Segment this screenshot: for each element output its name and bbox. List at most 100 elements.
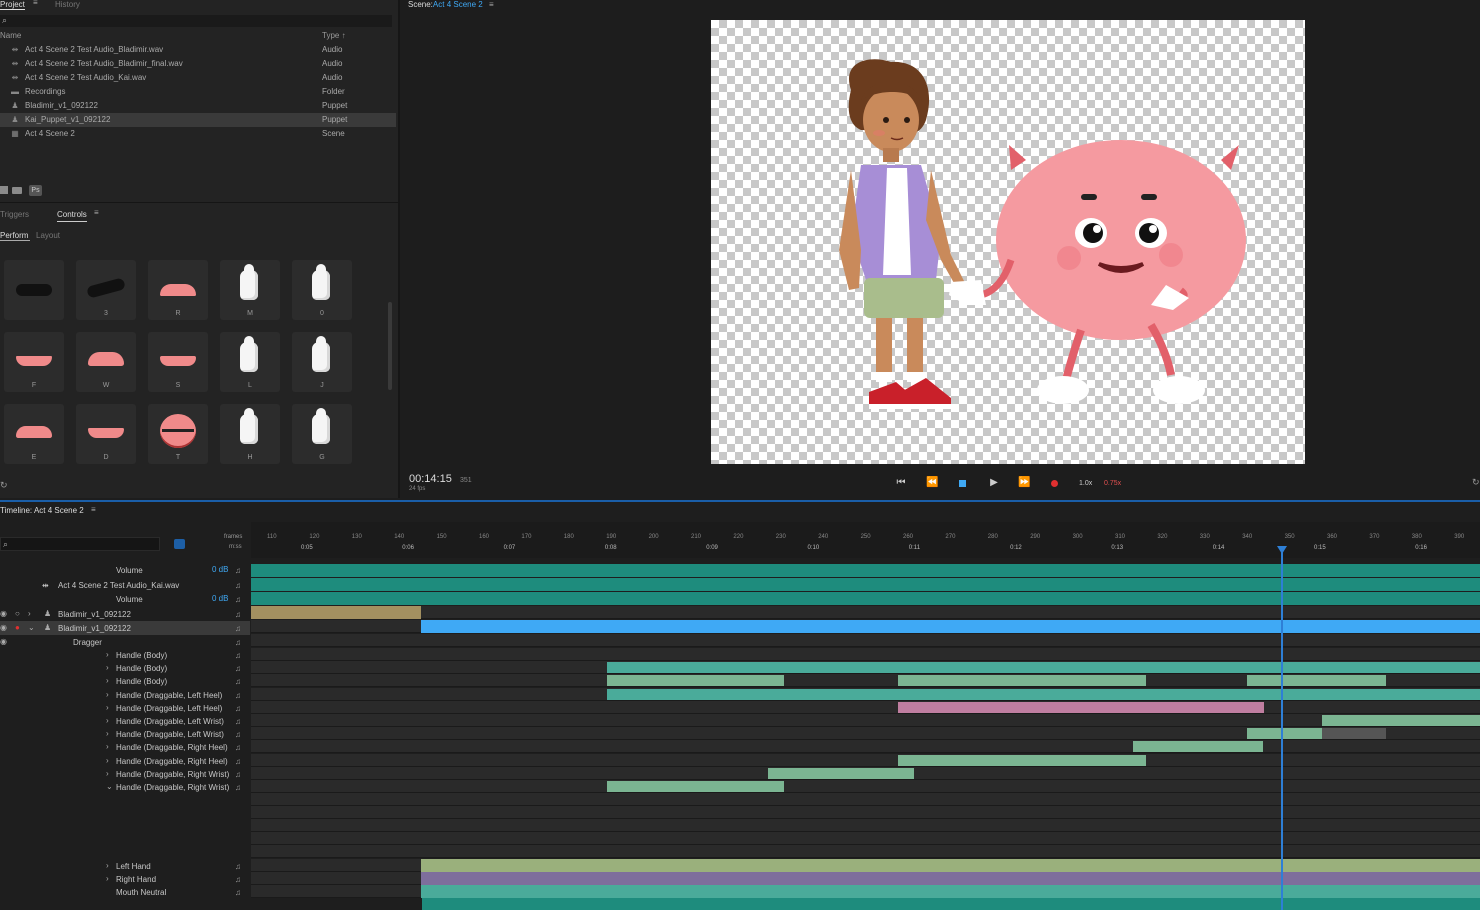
track-header[interactable]: › Handle (Body) ♫ [0, 675, 250, 688]
arm-icon[interactable]: ♫ [235, 624, 241, 633]
track-lane[interactable] [251, 687, 1480, 701]
project-list-item[interactable]: ⇹ Act 4 Scene 2 Test Audio_Bladimir_final… [0, 57, 396, 71]
timeline-clip[interactable] [607, 662, 1480, 674]
track-lane[interactable] [251, 819, 1480, 832]
track-header[interactable]: › Handle (Draggable, Right Wrist) ♫ [0, 768, 250, 781]
project-search-input[interactable]: ⌕ [0, 15, 392, 27]
arm-icon[interactable]: ♫ [235, 610, 241, 619]
track-lane[interactable] [251, 740, 1480, 754]
track-lane[interactable] [251, 780, 1480, 793]
trigger-tile[interactable]: G [292, 404, 352, 464]
record-arm-icon[interactable]: ● [15, 623, 20, 632]
arm-icon[interactable]: ♫ [235, 651, 241, 660]
track-lane[interactable] [251, 606, 1480, 619]
arm-icon[interactable]: ♫ [235, 677, 241, 686]
refresh-icon[interactable]: ↻ [0, 480, 8, 491]
tab-history[interactable]: History [55, 0, 80, 9]
expand-icon[interactable]: › [106, 690, 109, 699]
timeline-clip[interactable] [898, 754, 1146, 766]
arm-icon[interactable]: ♫ [235, 743, 241, 752]
track-lane[interactable] [251, 620, 1480, 633]
expand-icon[interactable]: › [106, 756, 109, 765]
trigger-tile[interactable]: S [148, 332, 208, 392]
expand-icon[interactable]: › [28, 609, 31, 618]
project-list-item[interactable]: ♟ Kai_Puppet_v1_092122 Puppet [0, 113, 396, 127]
timeline-clip[interactable] [421, 620, 1480, 633]
eye-icon[interactable]: ◉ [0, 609, 7, 618]
track-lane[interactable] [251, 845, 1480, 858]
track-lane[interactable] [251, 806, 1480, 819]
eye-icon[interactable]: ◉ [0, 623, 7, 632]
arm-icon[interactable]: ♫ [235, 875, 241, 884]
trigger-tile[interactable]: D [76, 404, 136, 464]
trigger-tile[interactable]: W [76, 332, 136, 392]
timeline-clip[interactable] [1322, 728, 1386, 740]
timeline-clip[interactable] [898, 675, 1146, 687]
arm-icon[interactable]: ♫ [235, 757, 241, 766]
expand-icon[interactable]: › [106, 676, 109, 685]
track-header[interactable]: › Handle (Draggable, Left Heel) ♫ [0, 689, 250, 702]
track-lane[interactable] [251, 714, 1480, 727]
arm-icon[interactable]: ♫ [235, 595, 241, 604]
expand-icon[interactable]: › [106, 861, 109, 870]
track-header[interactable]: › Handle (Body) ♫ [0, 662, 250, 675]
step-back-icon[interactable]: ⏪ [926, 477, 938, 489]
timeline-clip[interactable] [898, 701, 1264, 713]
trigger-tile[interactable]: 3 [76, 260, 136, 320]
expand-icon[interactable]: › [106, 716, 109, 725]
scene-canvas[interactable] [711, 20, 1305, 464]
tab-project[interactable]: Project [0, 0, 25, 10]
photoshop-icon[interactable]: Ps [29, 185, 42, 196]
tab-triggers[interactable]: Triggers [0, 210, 29, 219]
track-header[interactable]: Mouth Neutral ♫ [0, 886, 250, 899]
speed-normal[interactable]: 1.0x [1079, 480, 1092, 487]
timeline-clip[interactable] [251, 592, 1480, 605]
timeline-clip[interactable] [251, 564, 1480, 577]
step-forward-icon[interactable]: ⏩ [1018, 477, 1030, 489]
arm-icon[interactable]: ♫ [235, 770, 241, 779]
track-lane[interactable] [251, 766, 1480, 780]
project-list-item[interactable]: ⇹ Act 4 Scene 2 Test Audio_Kai.wav Audio [0, 71, 396, 85]
track-header[interactable]: › Left Hand ♫ [0, 860, 250, 873]
track-lane[interactable] [251, 872, 1480, 885]
timeline-clip[interactable] [607, 675, 784, 687]
expand-icon[interactable]: › [106, 650, 109, 659]
arm-icon[interactable]: ♫ [235, 581, 241, 590]
track-lane[interactable] [251, 578, 1480, 591]
time-ruler[interactable]: 110 120 130 140 150 160 170 180 190 200 210 220 230 2… [251, 522, 1480, 558]
track-header[interactable]: › Handle (Draggable, Left Wrist) ♫ [0, 728, 250, 741]
track-lane[interactable] [251, 753, 1480, 767]
expand-icon[interactable]: ⌄ [106, 782, 113, 791]
speed-slow[interactable]: 0.75x [1104, 480, 1121, 487]
arm-icon[interactable]: ♫ [235, 664, 241, 673]
timeline-clip[interactable] [1133, 741, 1263, 753]
new-item-icon[interactable] [0, 186, 8, 194]
track-header[interactable]: ◉ ● ⌄ ♟ Bladimir_v1_092122 ♫ [0, 622, 250, 635]
timeline-clip[interactable] [1322, 715, 1480, 726]
track-lane[interactable] [251, 661, 1480, 675]
track-header[interactable]: › Right Hand ♫ [0, 873, 250, 886]
track-lane[interactable] [251, 832, 1480, 845]
controls-menu-icon[interactable]: ≡ [94, 208, 99, 217]
refresh-icon[interactable]: ↻ [1472, 477, 1480, 488]
tab-controls[interactable]: Controls [57, 210, 87, 222]
timeline-clip[interactable] [251, 578, 1480, 591]
track-header[interactable]: ⇹ Act 4 Scene 2 Test Audio_Kai.wav ♫ [0, 579, 250, 592]
viseme-strip[interactable] [422, 898, 1480, 910]
expand-icon[interactable]: › [106, 663, 109, 672]
trigger-tile[interactable]: M [220, 260, 280, 320]
project-list-item[interactable]: ♟ Bladimir_v1_092122 Puppet [0, 99, 396, 113]
arm-icon[interactable]: ♫ [235, 566, 241, 575]
expand-icon[interactable]: › [106, 769, 109, 778]
arm-icon[interactable]: ♫ [235, 783, 241, 792]
track-header[interactable]: › Handle (Draggable, Right Heel) ♫ [0, 741, 250, 754]
track-lane[interactable] [251, 648, 1480, 661]
timeline-clip[interactable] [768, 767, 914, 779]
timeline-clip[interactable] [607, 688, 1480, 700]
arm-icon[interactable]: ♫ [235, 691, 241, 700]
expand-icon[interactable]: › [106, 742, 109, 751]
track-lane[interactable] [251, 564, 1480, 577]
track-lane[interactable] [251, 727, 1480, 741]
column-name-header[interactable]: Name [0, 31, 21, 40]
timeline-clip[interactable] [251, 606, 421, 619]
